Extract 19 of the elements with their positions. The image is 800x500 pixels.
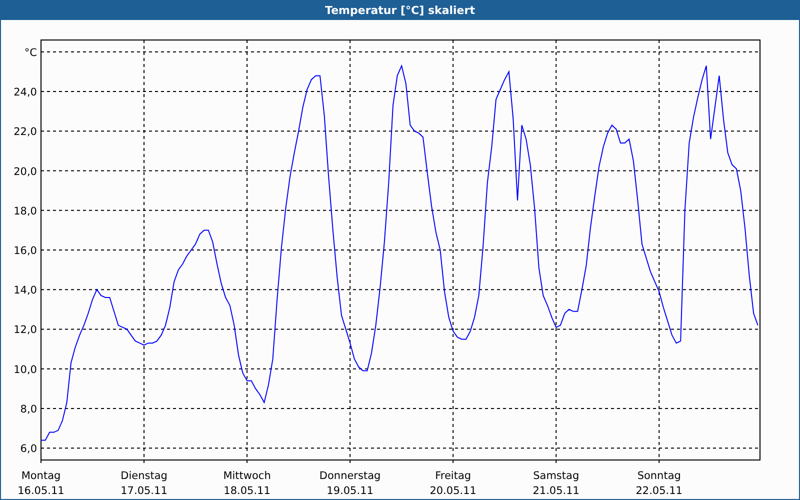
x-tick-label: Samstag 21.05.11 [532,470,580,497]
y-tick-label: 8,0 [20,404,37,416]
y-tick-label: 10,0 [14,364,37,376]
y-tick-label: 12,0 [14,324,37,336]
x-tick-label: Dienstag 17.05.11 [120,470,168,497]
y-tick-label: 16,0 [14,245,37,257]
y-tick-label: 18,0 [14,205,37,218]
x-tick-label: Donnerstag 19.05.11 [319,470,381,497]
x-tick-label: Montag 16.05.11 [18,470,64,497]
y-tick-label: 14,0 [14,284,37,297]
window-title: Temperatur [°C] skaliert [325,4,475,16]
y-tick-label: 22,0 [14,126,37,138]
y-tick-label: 24,0 [14,86,37,98]
y-tick-label: 6,0 [20,443,37,456]
x-tick-label: Mittwoch 18.05.11 [223,470,271,497]
y-tick-label: °C [24,46,37,59]
x-tick-label: Freitag 20.05.11 [430,470,476,497]
y-tick-label: 20,0 [14,166,37,178]
x-tick-label: Sonntag 22.05.11 [636,470,682,497]
